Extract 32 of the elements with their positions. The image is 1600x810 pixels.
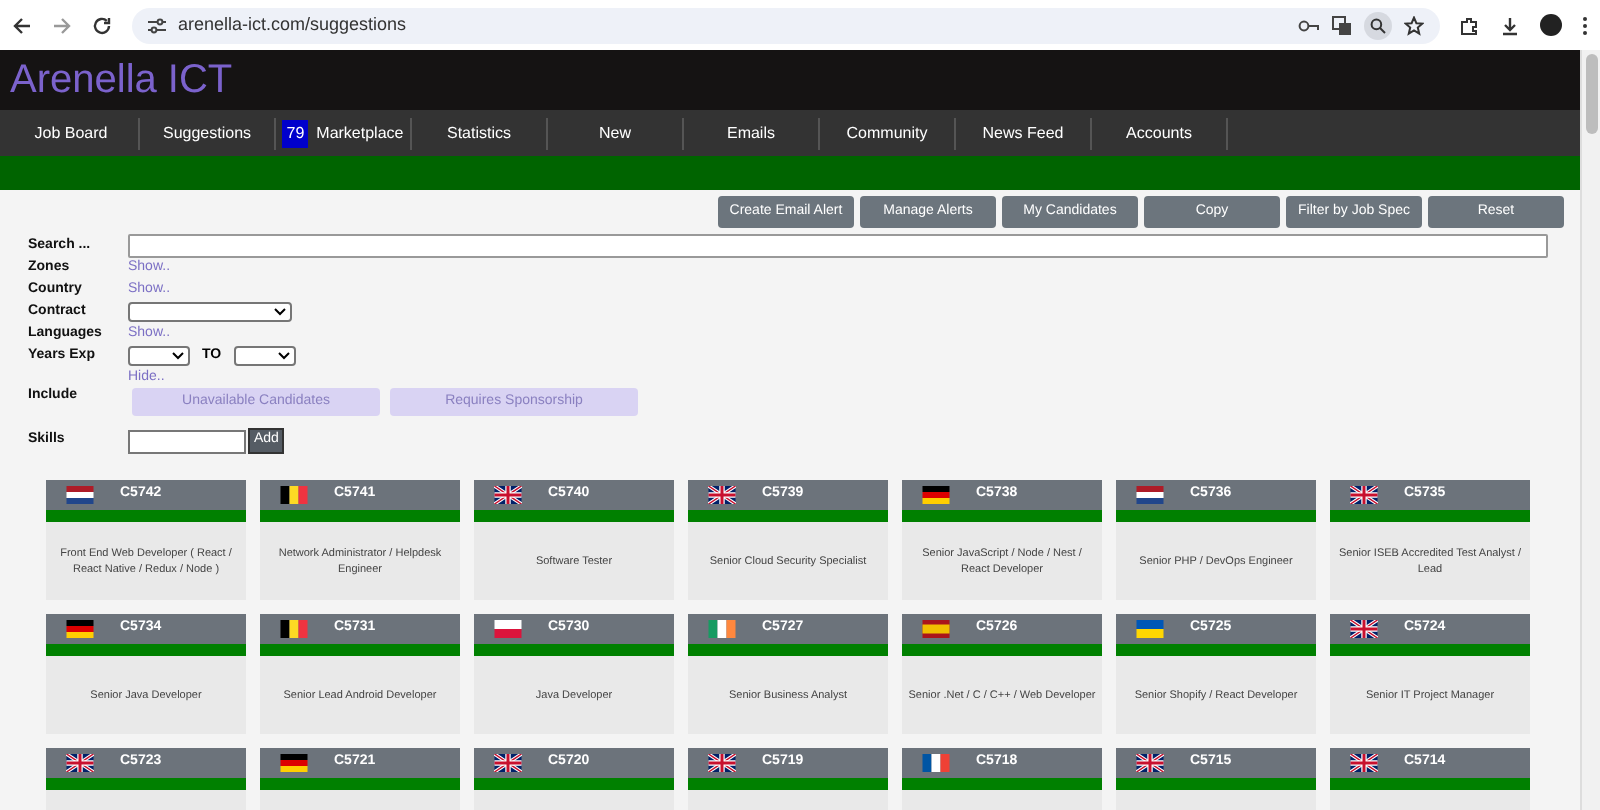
site-title[interactable]: Arenella ICT: [10, 50, 233, 110]
star-icon[interactable]: [1404, 15, 1424, 35]
search-field[interactable]: [128, 234, 1548, 258]
nav-link[interactable]: Job Board: [34, 121, 108, 145]
nav-link[interactable]: Emails: [726, 121, 775, 145]
key-icon[interactable]: [1298, 17, 1320, 33]
forward-arrow-icon[interactable]: [52, 15, 72, 35]
menu-icon[interactable]: [1582, 15, 1588, 35]
dropdown[interactable]: [128, 346, 190, 366]
skills-field[interactable]: [128, 429, 246, 453]
chevron-down-icon: [277, 352, 290, 360]
chevron-down-icon: [274, 308, 286, 316]
count-badge: 79: [282, 119, 309, 147]
nav-link[interactable]: Suggestions: [162, 121, 252, 145]
nav-link[interactable]: Accounts: [1126, 121, 1192, 145]
nav-link[interactable]: New: [598, 121, 631, 145]
nav-link[interactable]: News Feed: [982, 121, 1064, 145]
address-bar[interactable]: arenella-ict.com/suggestions: [132, 7, 1440, 43]
zoom-icon[interactable]: [1364, 11, 1392, 39]
scrollbar-thumb[interactable]: [1585, 54, 1597, 134]
nav-link[interactable]: Statistics: [446, 121, 511, 145]
puzzle-icon[interactable]: [1460, 15, 1480, 35]
download-icon[interactable]: [1500, 15, 1520, 35]
reload-icon[interactable]: [92, 15, 112, 35]
chevron-down-icon: [172, 352, 184, 360]
nav-link[interactable]: Marketplace: [316, 121, 404, 145]
nav-link[interactable]: Community: [846, 121, 928, 145]
back-arrow-icon[interactable]: [12, 15, 32, 35]
url-text: arenella-ict.com/suggestions: [178, 11, 409, 38]
profile-avatar[interactable]: [1540, 14, 1562, 36]
dropdown[interactable]: [233, 346, 296, 366]
site-settings-icon[interactable]: [148, 17, 166, 33]
